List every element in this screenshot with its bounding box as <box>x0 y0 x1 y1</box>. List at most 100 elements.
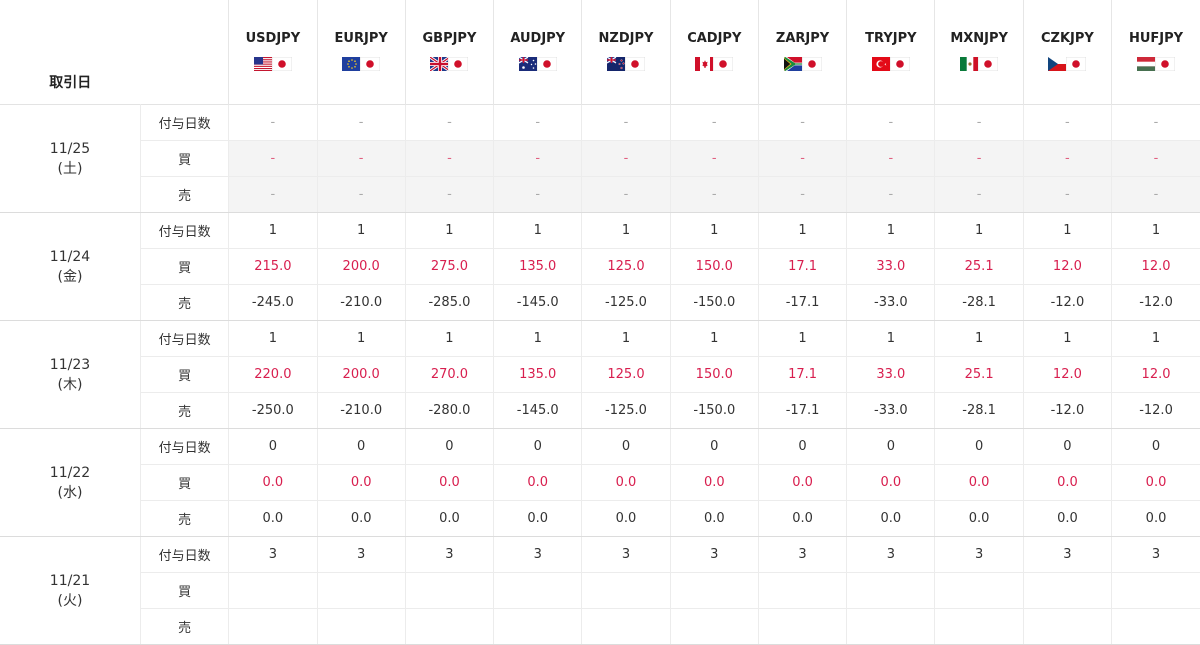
sell-value-cell: -210.0 <box>316 284 406 321</box>
sell-value-cell: -28.1 <box>934 284 1024 321</box>
buy-value-cell: - <box>757 140 847 177</box>
row-label-days: 付与日数 <box>139 536 229 573</box>
pair-header-audjpy: AUDJPY <box>493 0 582 105</box>
buy-value-cell: 0.0 <box>757 464 847 501</box>
row-label-buy: 買 <box>139 572 229 609</box>
days-value-cell: 3 <box>404 536 494 573</box>
buy-value-cell: 270.0 <box>404 356 494 393</box>
table-row: 買----------- <box>0 140 1200 177</box>
sell-value-cell: - <box>493 176 582 213</box>
table-row: 買 0.0 0.0 0.0 0.0 0.0 0.0 0.0 0.0 0.0 0.0 0.0 <box>0 464 1200 501</box>
table-row: 11/24 (金) 付与日数 1 1 1 1 1 1 1 1 1 1 1 <box>0 212 1200 321</box>
sell-value-cell: -12.0 <box>1022 284 1112 321</box>
days-value-cell: 0 <box>846 428 935 465</box>
sell-value-cell: - <box>934 176 1024 213</box>
sell-value-cell: -245.0 <box>228 284 318 321</box>
trade-date-cell: 11/24 (金) <box>0 212 141 321</box>
buy-value-cell: 215.0 <box>228 248 318 285</box>
pair-name: MXNJPY <box>950 31 1008 46</box>
days-value-cell: 3 <box>669 536 759 573</box>
sell-value-cell: - <box>581 176 671 213</box>
buy-value-cell: 12.0 <box>1022 248 1112 285</box>
days-value-cell: 1 <box>228 212 318 249</box>
buy-value-cell: 135.0 <box>493 248 582 285</box>
buy-value-cell <box>757 572 847 609</box>
days-value-cell: 0 <box>934 428 1024 465</box>
buy-value-cell: 200.0 <box>316 356 406 393</box>
sell-value-cell <box>1111 608 1200 645</box>
pair-name: CZKJPY <box>1040 31 1094 46</box>
pair-header-eurjpy: EURJPY <box>316 0 406 105</box>
sell-value-cell <box>581 608 671 645</box>
sell-value-cell: 0.0 <box>757 500 847 537</box>
trade-date: 11/21 <box>49 572 91 589</box>
pair-header-tryjpy: TRYJPY <box>846 0 935 105</box>
sell-value-cell: - <box>1111 176 1200 213</box>
days-value-cell: - <box>669 104 759 141</box>
sell-value-cell: 0.0 <box>669 500 759 537</box>
days-value-cell: 1 <box>669 320 759 357</box>
buy-value-cell <box>228 572 318 609</box>
sell-value-cell: -145.0 <box>493 392 582 429</box>
sell-value-cell: -12.0 <box>1111 392 1200 429</box>
pair-header-nzdjpy: NZDJPY <box>581 0 671 105</box>
buy-value-cell: 0.0 <box>493 464 582 501</box>
sell-value-cell: 0.0 <box>404 500 494 537</box>
row-label-days: 付与日数 <box>139 428 229 465</box>
days-value-cell: 1 <box>581 212 671 249</box>
sell-value-cell <box>493 608 582 645</box>
days-value-cell: 1 <box>934 320 1024 357</box>
days-value-cell: - <box>1022 104 1112 141</box>
sell-value-cell: -17.1 <box>757 392 847 429</box>
pair-name: EURJPY <box>334 31 388 46</box>
ca-jp-flag-icon <box>695 55 734 73</box>
trade-date-cell: 11/21 (火) <box>0 536 141 645</box>
table-row: 11/21 (火) 付与日数 3 3 3 3 3 3 3 3 3 3 3 <box>0 536 1200 645</box>
days-value-cell: 3 <box>846 536 935 573</box>
buy-value-cell: 150.0 <box>669 356 759 393</box>
buy-value-cell <box>669 572 759 609</box>
days-value-cell: - <box>846 104 935 141</box>
days-value-cell: 1 <box>669 212 759 249</box>
days-value-cell: 1 <box>581 320 671 357</box>
days-value-cell: 1 <box>228 320 318 357</box>
row-label-buy: 買 <box>139 140 229 177</box>
sell-value-cell <box>228 608 318 645</box>
mx-jp-flag-icon <box>960 55 999 73</box>
days-value-cell: 3 <box>316 536 406 573</box>
row-label-buy: 買 <box>139 356 229 393</box>
buy-value-cell: 33.0 <box>846 356 935 393</box>
days-value-cell: 0 <box>493 428 582 465</box>
buy-value-cell: 0.0 <box>846 464 935 501</box>
sell-value-cell <box>1022 608 1112 645</box>
au-jp-flag-icon <box>518 55 557 73</box>
row-label-buy: 買 <box>139 464 229 501</box>
sell-value-cell <box>404 608 494 645</box>
pair-header-usdjpy: USDJPY <box>228 0 318 105</box>
table-row: 売 0.0 0.0 0.0 0.0 0.0 0.0 0.0 0.0 0.0 0.0 0.0 <box>0 500 1200 537</box>
pair-name: TRYJPY <box>865 31 917 46</box>
gb-jp-flag-icon <box>430 55 469 73</box>
sell-value-cell: -33.0 <box>846 392 935 429</box>
row-label-days: 付与日数 <box>139 104 229 141</box>
buy-value-cell <box>1022 572 1112 609</box>
sell-value-cell: - <box>1022 176 1112 213</box>
trade-date: 11/22 <box>49 464 91 481</box>
days-value-cell: 1 <box>404 320 494 357</box>
pair-header-cadjpy: CADJPY <box>669 0 759 105</box>
trade-weekday: (木) <box>57 376 83 393</box>
table-row: 売----------- <box>0 176 1200 213</box>
days-value-cell: 1 <box>846 320 935 357</box>
days-value-cell: 1 <box>316 212 406 249</box>
table-row: 売 -245.0 -210.0 -285.0 -145.0 -125.0 -150.0 -17… <box>0 284 1200 321</box>
buy-value-cell <box>493 572 582 609</box>
trade-date: 11/24 <box>49 248 91 265</box>
days-value-cell: 0 <box>228 428 318 465</box>
sell-value-cell: -12.0 <box>1111 284 1200 321</box>
buy-value-cell <box>404 572 494 609</box>
buy-value-cell: - <box>934 140 1024 177</box>
days-value-cell: 1 <box>316 320 406 357</box>
buy-value-cell: 135.0 <box>493 356 582 393</box>
pair-name: AUDJPY <box>510 31 566 46</box>
buy-value-cell: 0.0 <box>404 464 494 501</box>
